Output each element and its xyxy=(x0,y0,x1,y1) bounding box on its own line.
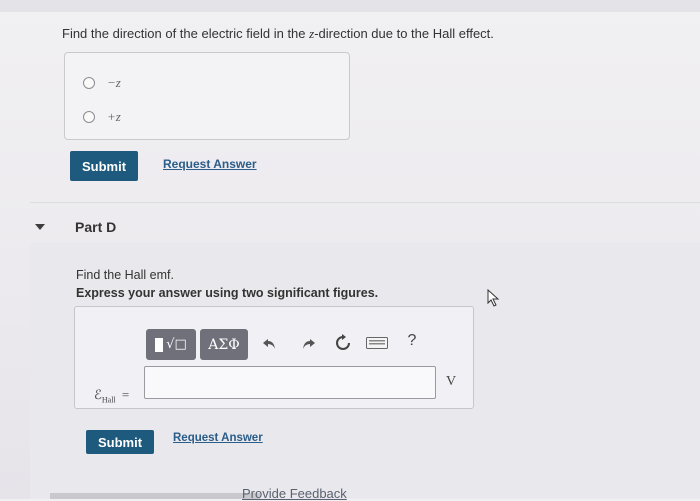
choices-box: −z +z xyxy=(64,52,350,140)
greek-label: ΑΣΦ xyxy=(208,336,240,353)
redo-icon[interactable] xyxy=(298,334,318,354)
part-title[interactable]: Part D xyxy=(75,219,116,235)
greek-symbols-button[interactable]: ΑΣΦ xyxy=(200,329,248,360)
templates-button[interactable]: √□ xyxy=(146,329,196,360)
choice-minus-z[interactable]: −z xyxy=(83,75,121,91)
undo-icon[interactable] xyxy=(260,334,280,354)
reset-icon[interactable] xyxy=(332,332,354,354)
divider xyxy=(30,202,700,203)
radio-button[interactable] xyxy=(83,77,95,89)
submit-button[interactable]: Submit xyxy=(70,151,138,181)
sqrt-template-icon: √□ xyxy=(166,337,187,352)
collapse-caret-icon[interactable] xyxy=(35,224,45,230)
radio-button[interactable] xyxy=(83,111,95,123)
choice-label: −z xyxy=(107,75,121,90)
help-icon[interactable]: ? xyxy=(404,331,420,351)
part-d-instruction: Express your answer using two significan… xyxy=(76,286,379,300)
top-bar xyxy=(0,0,700,12)
keyboard-icon[interactable] xyxy=(366,336,388,350)
part-d-submit-button[interactable]: Submit xyxy=(86,430,154,454)
mouse-cursor-icon xyxy=(486,288,502,312)
choice-plus-z[interactable]: +z xyxy=(83,109,121,125)
request-answer-link[interactable]: Request Answer xyxy=(163,157,257,171)
fraction-template-icon xyxy=(155,337,164,352)
bottom-bar xyxy=(50,493,260,499)
part-d-request-answer-link[interactable]: Request Answer xyxy=(173,432,263,444)
choice-label: +z xyxy=(107,109,121,124)
part-d-question: Find the Hall emf. xyxy=(76,268,174,282)
answer-input[interactable] xyxy=(144,366,436,399)
question-text: Find the direction of the electric field… xyxy=(62,26,494,41)
hall-emf-label: ℰHall = xyxy=(94,387,130,405)
units-label: V xyxy=(446,374,457,389)
